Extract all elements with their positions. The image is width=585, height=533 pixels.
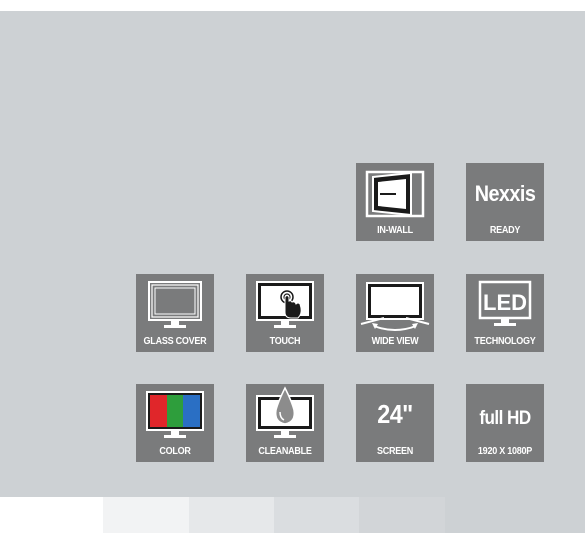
swatch-3 [274,497,359,533]
water-drop-icon [274,386,296,425]
led-monitor-icon: LED [478,280,532,326]
full-hd-title: full HD [479,408,531,429]
cleanable-label: CLEANABLE [258,445,312,457]
swatch-white [0,497,103,533]
color-monitor-icon [146,391,204,438]
tile-touch: TOUCH [246,274,324,352]
swatch-4 [359,497,445,533]
tile-glass-cover: GLASS COVER [136,274,214,352]
tile-in-wall: IN-WALL [356,163,434,241]
screen-size-title: 24" [377,399,413,429]
tile-led-technology: LED TECHNOLOGY [466,274,544,352]
nexxis-title: Nexxis [474,181,536,206]
led-label: TECHNOLOGY [474,335,536,347]
wide-view-monitor-icon [360,282,430,331]
tile-wide-view: WIDE VIEW [356,274,434,352]
tile-color: COLOR [136,384,214,462]
tile-screen-size: 24" SCREEN [356,384,434,462]
in-wall-icon [365,170,425,218]
touch-label: TOUCH [269,335,301,347]
swatch-1 [103,497,189,533]
wide-view-label: WIDE VIEW [371,335,419,347]
tile-nexxis: Nexxis READY [466,163,544,241]
screen-label: SCREEN [376,445,414,457]
resolution-label: 1920 X 1080P [477,445,533,457]
touch-monitor-icon [256,281,314,328]
swatch-2 [189,497,274,533]
glass-cover-monitor-icon [148,281,202,328]
tile-cleanable: CLEANABLE [246,384,324,462]
led-title: LED [483,290,527,315]
cleanable-monitor-icon [256,386,314,438]
color-label: COLOR [159,445,191,457]
in-wall-label: IN-WALL [377,224,413,236]
tile-full-hd: full HD 1920 X 1080P [466,384,544,462]
glass-cover-label: GLASS COVER [143,335,207,347]
nexxis-label: READY [489,224,521,236]
